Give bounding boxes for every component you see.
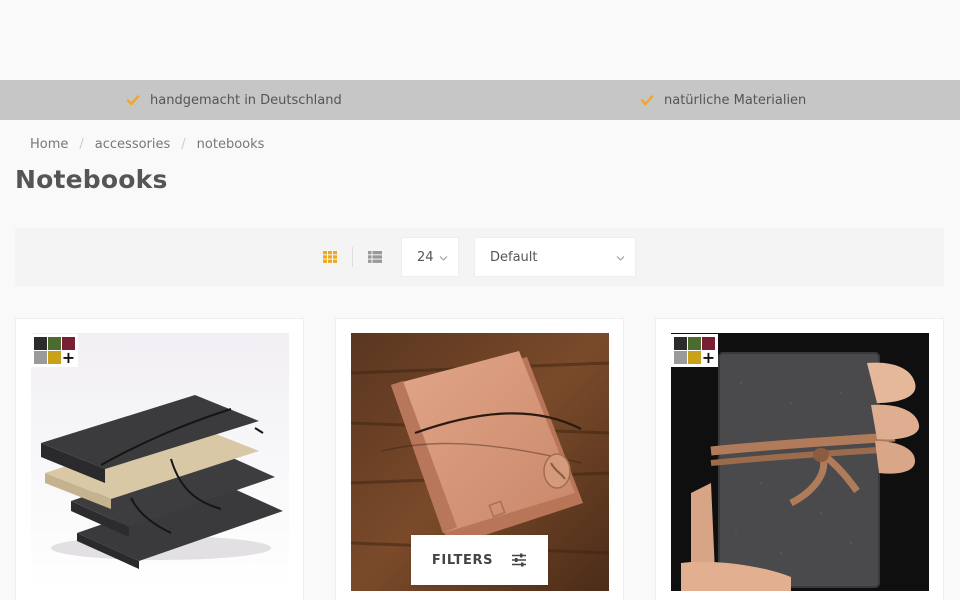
sort-select[interactable]: Default [474,237,636,277]
filters-label: FILTERS [431,552,494,568]
grid-icon[interactable] [322,249,338,265]
swatch-gray [34,351,47,364]
swatch-more-icon: + [61,347,76,367]
shop-toolbar: 24 Default [15,228,944,286]
page-title: Notebooks [15,165,168,194]
breadcrumb-notebooks: notebooks [196,136,265,152]
swatch-mustard [48,351,61,364]
swatch-gray [674,351,687,364]
product-card[interactable]: + [655,318,944,600]
toolbar-divider [352,247,353,267]
color-swatch-badge: + [31,334,78,367]
header-area [0,0,960,80]
breadcrumb-accessories[interactable]: accessories [95,137,171,152]
per-page-value: 24 [417,249,434,265]
check-icon [640,95,654,106]
product-image[interactable] [671,333,929,591]
swatch-charcoal [674,337,687,350]
usp-label: handgemacht in Deutschland [150,92,342,108]
breadcrumb-separator: / [79,136,84,152]
swatch-olive [48,337,61,350]
swatch-more-icon: + [701,347,716,367]
chevron-down-icon [616,256,625,261]
breadcrumb: Home / accessories / notebooks [30,134,264,154]
usp-item-materials: natürliche Materialien [640,80,806,120]
check-icon [126,95,140,106]
swatch-olive [688,337,701,350]
sort-value: Default [490,249,538,265]
usp-bar: handgemacht in Deutschland natürliche Ma… [0,80,960,120]
per-page-select[interactable]: 24 [401,237,459,277]
usp-item-handmade: handgemacht in Deutschland [126,80,342,120]
list-icon[interactable] [367,249,383,265]
swatch-mustard [688,351,701,364]
usp-label: natürliche Materialien [664,92,807,108]
color-swatch-badge: + [671,334,718,367]
sliders-icon [512,553,527,567]
breadcrumb-home[interactable]: Home [30,137,68,152]
chevron-down-icon [439,256,448,261]
filters-button[interactable]: FILTERS [411,535,548,585]
product-card[interactable]: + [15,318,304,600]
product-image[interactable] [31,333,289,591]
breadcrumb-separator: / [181,136,186,152]
swatch-charcoal [34,337,47,350]
